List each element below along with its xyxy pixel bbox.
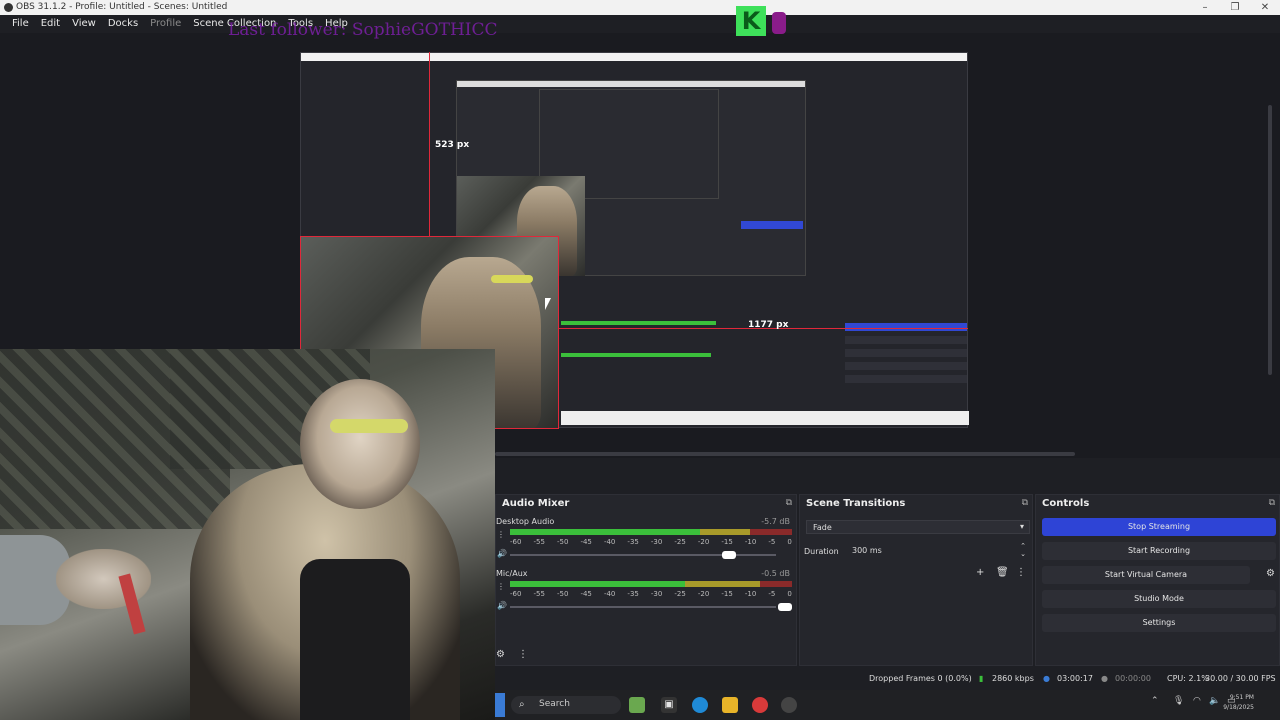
channel-name: Mic/Aux [496, 569, 528, 578]
taskbar-clock[interactable]: 9:51 PM 9/18/2025 [1223, 693, 1254, 713]
window-title: OBS 31.1.2 - Profile: Untitled - Scenes:… [16, 2, 228, 12]
delete-transition-icon[interactable]: 🗑 [996, 567, 1009, 578]
transition-select[interactable]: Fade ▾ [806, 520, 1030, 534]
mixer-menu-icon[interactable]: ⋮ [518, 649, 528, 660]
volume-meter [510, 529, 792, 535]
nested-taskbar [561, 411, 969, 425]
record-time: 00:00:00 [1115, 674, 1151, 683]
tray-chevron-up-icon[interactable]: ⌃ [1151, 696, 1159, 706]
duration-label: Duration [804, 547, 839, 556]
transition-menu-icon[interactable]: ⋮ [1016, 567, 1026, 578]
last-follower-overlay: Last follower: SophieGOTHICC [228, 20, 498, 40]
volume-slider[interactable] [510, 603, 792, 611]
obs-taskbar-icon[interactable] [781, 697, 797, 713]
meter-ticks: -60 -55 -50 -45 -40 -35 -30 -25 -20 -15 -10 -5 0 [510, 538, 792, 546]
status-bar: Dropped Frames 0 (0.0%) ▮ 2860 kbps ● 03… [495, 670, 1280, 686]
signal-icon: ▮ [979, 674, 984, 683]
channel-menu-icon[interactable]: ⋮ [497, 582, 505, 591]
mouse-cursor-icon [545, 298, 551, 310]
channel-name: Desktop Audio [496, 517, 555, 526]
kick-logo-icon: K [736, 6, 792, 40]
preview-horizontal-scrollbar[interactable] [495, 452, 1075, 456]
mixer-channel-desktop: Desktop Audio -5.7 dB -60 -55 -50 -45 -40 -35… [496, 517, 796, 569]
width-measure-label: 1177 px [748, 320, 789, 330]
channel-db: -5.7 dB [761, 517, 790, 526]
preview-vertical-scrollbar[interactable] [1268, 105, 1272, 375]
start-recording-button[interactable]: Start Recording [1042, 542, 1276, 560]
controls-title: Controls [1042, 498, 1090, 509]
mic-tray-icon[interactable]: 🎙 [1173, 696, 1184, 706]
channel-menu-icon[interactable]: ⋮ [497, 530, 505, 539]
meter-ticks: -60 -55 -50 -45 -40 -35 -30 -25 -20 -15 -10 -5 0 [510, 590, 792, 598]
audio-mixer-title: Audio Mixer [502, 498, 570, 509]
volume-slider[interactable] [510, 551, 776, 559]
nested-ctrl-5 [845, 375, 967, 383]
file-explorer-icon[interactable] [722, 697, 738, 713]
record-icon: ● [1101, 674, 1108, 683]
dock-area: Audio Mixer ⧉ Desktop Audio -5.7 dB -60-… [495, 494, 1280, 666]
start-button[interactable] [495, 693, 505, 717]
nested-meter-1 [561, 321, 716, 325]
controls-dock: Controls ⧉ Stop Streaming Start Recordin… [1035, 494, 1280, 666]
virtual-camera-settings-gear-icon[interactable]: ⚙ [1266, 568, 1275, 579]
stream-icon: ● [1043, 674, 1050, 683]
audio-mixer-dock: Audio Mixer ⧉ Desktop Audio -5.7 dB -60-… [495, 494, 797, 666]
channel-db: -0.5 dB [761, 569, 790, 578]
chevron-down-icon: ▾ [1019, 522, 1024, 531]
dock-float-icon[interactable]: ⧉ [1022, 498, 1028, 508]
stop-streaming-button[interactable]: Stop Streaming [1042, 518, 1276, 536]
bitrate: 2860 kbps [992, 674, 1034, 683]
add-transition-icon[interactable]: + [976, 567, 984, 578]
menu-docks[interactable]: Docks [102, 15, 144, 33]
speaker-icon[interactable]: 🔊 [497, 601, 507, 610]
nested-ctrl-4 [845, 362, 967, 370]
menu-profile[interactable]: Profile [144, 15, 187, 33]
stream-time: 03:00:17 [1057, 674, 1093, 683]
taskbar-search[interactable]: ⌕ Search [511, 696, 621, 714]
spin-arrows-icon[interactable]: ⌃ ⌄ [1020, 542, 1026, 558]
search-icon: ⌕ [519, 699, 525, 710]
wifi-icon[interactable]: ◠ [1193, 696, 1201, 706]
minimize-button[interactable]: – [1190, 0, 1220, 15]
mixer-advanced-icon[interactable]: ⚙ [496, 649, 505, 660]
cpu-usage: CPU: 2.1% [1167, 674, 1209, 683]
menu-edit[interactable]: Edit [35, 15, 66, 33]
dropped-frames: Dropped Frames 0 (0.0%) [869, 674, 972, 683]
nested-stop-streaming [845, 323, 967, 331]
studio-mode-button[interactable]: Studio Mode [1042, 590, 1276, 608]
fps: 30.00 / 30.00 FPS [1205, 674, 1276, 683]
maximize-button[interactable]: ❐ [1220, 0, 1250, 15]
windows-taskbar: ⌕ Search ▣ ⌃ 🎙 ◠ 🔈 ▭ 9:51 PM 9/18/2025 [495, 690, 1280, 720]
edge-browser-icon[interactable] [692, 697, 708, 713]
task-view-icon[interactable]: ▣ [661, 697, 677, 713]
speaker-icon[interactable]: 🔊 [497, 549, 507, 558]
settings-button[interactable]: Settings [1042, 614, 1276, 632]
mixer-channel-mic: Mic/Aux -0.5 dB -60 -55 -50 -45 -40 -35 -30 -25… [496, 569, 796, 621]
opera-browser-icon[interactable] [752, 697, 768, 713]
menu-bar: File Edit View Docks Profile Scene Colle… [0, 15, 1280, 33]
webcam-overlay [0, 349, 495, 720]
volume-meter [510, 581, 792, 587]
nested-ctrl-2 [845, 336, 967, 344]
nested-titlebar [301, 53, 967, 61]
scene-transitions-dock: Scene Transitions ⧉ Fade ▾ Duration 300 … [799, 494, 1033, 666]
dock-float-icon[interactable]: ⧉ [1269, 498, 1275, 508]
start-virtual-camera-button[interactable]: Start Virtual Camera [1042, 566, 1250, 584]
dock-float-icon[interactable]: ⧉ [786, 498, 792, 508]
window-titlebar: OBS 31.1.2 - Profile: Untitled - Scenes:… [0, 0, 1280, 15]
duration-spinbox[interactable]: 300 ms ⌃ ⌄ [848, 542, 1028, 558]
obs-app-icon [4, 3, 13, 12]
menu-file[interactable]: File [6, 15, 35, 33]
nested-ctrl-3 [845, 349, 967, 357]
scene-transitions-title: Scene Transitions [806, 498, 906, 509]
guide-line-vertical [429, 52, 430, 236]
close-button[interactable]: ✕ [1250, 0, 1280, 15]
menu-view[interactable]: View [66, 15, 102, 33]
nested-meter-2 [561, 353, 711, 357]
volume-tray-icon[interactable]: 🔈 [1209, 696, 1220, 706]
widget-icon[interactable] [629, 697, 645, 713]
nested-stop-button [741, 221, 803, 229]
height-measure-label: 523 px [435, 140, 470, 150]
